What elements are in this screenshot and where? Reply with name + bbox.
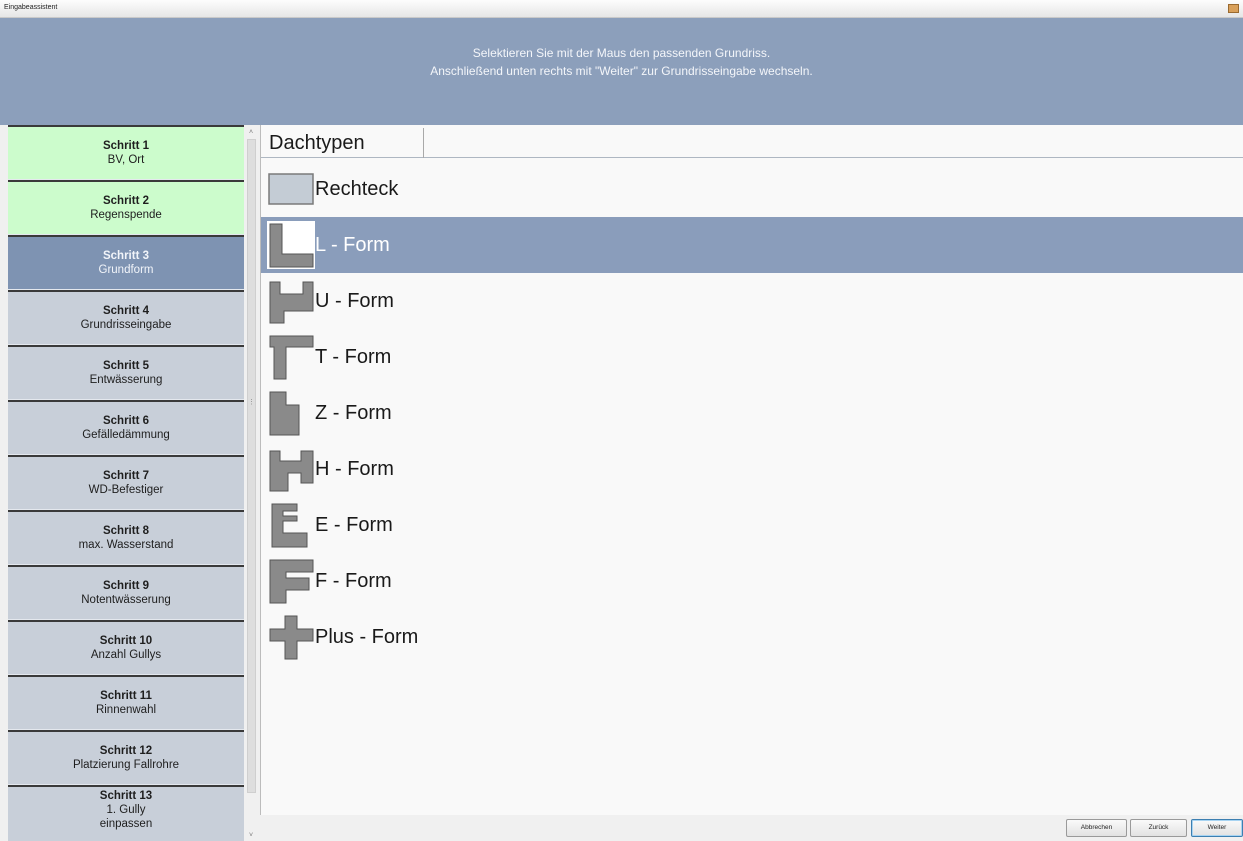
shape-row-u-form[interactable]: U - Form — [261, 273, 1243, 329]
shape-row-t-form[interactable]: T - Form — [261, 329, 1243, 385]
l-shape-icon — [267, 221, 315, 269]
shape-row-h-form[interactable]: H - Form — [261, 441, 1243, 497]
step-label: Entwässerung — [89, 374, 163, 386]
shape-label: T - Form — [315, 345, 392, 368]
shape-label: Z - Form — [315, 401, 392, 424]
z-shape-icon — [269, 391, 300, 436]
step-item-12[interactable]: Schritt 12 Platzierung Fallrohre — [8, 730, 244, 785]
step-number: Schritt 4 — [102, 305, 149, 317]
shape-row-rechteck[interactable]: Rechteck — [261, 161, 1243, 217]
step-list: Schritt 1 BV, Ort Schritt 2 Regenspende … — [8, 125, 244, 841]
step-number: Schritt 5 — [102, 360, 149, 372]
shape-label: Rechteck — [315, 177, 399, 200]
step-item-8[interactable]: Schritt 8 max. Wasserstand — [8, 510, 244, 565]
step-label: max. Wasserstand — [78, 539, 174, 551]
step-label: Platzierung Fallrohre — [72, 759, 180, 771]
shape-row-z-form[interactable]: Z - Form — [261, 385, 1243, 441]
shape-row-plus-form[interactable]: Plus - Form — [261, 609, 1243, 665]
shape-row-l-form[interactable]: L - Form — [261, 217, 1243, 273]
step-item-13[interactable]: Schritt 13 1. Gully einpassen — [8, 785, 244, 841]
step-item-7[interactable]: Schritt 7 WD-Befestiger — [8, 455, 244, 510]
step-label-line-2: einpassen — [99, 818, 153, 830]
step-label: Gefälledämmung — [82, 429, 170, 441]
h-shape-icon — [269, 450, 314, 492]
u-shape-icon — [269, 281, 314, 324]
f-shape-icon — [269, 559, 314, 604]
back-button[interactable]: Zurück — [1130, 819, 1187, 837]
step-item-4[interactable]: Schritt 4 Grundrisseingabe — [8, 290, 244, 345]
step-item-6[interactable]: Schritt 6 Gefälledämmung — [8, 400, 244, 455]
step-label: Regenspende — [90, 209, 162, 221]
tab-dachtypen[interactable]: Dachtypen — [261, 128, 424, 158]
step-number: Schritt 10 — [99, 635, 153, 647]
step-number: Schritt 3 — [102, 250, 149, 262]
shape-row-e-form[interactable]: E - Form — [261, 497, 1243, 553]
step-number: Schritt 13 — [99, 790, 153, 802]
step-item-10[interactable]: Schritt 10 Anzahl Gullys — [8, 620, 244, 675]
step-number: Schritt 2 — [102, 195, 149, 207]
shape-label: E - Form — [315, 513, 393, 536]
step-item-9[interactable]: Schritt 9 Notentwässerung — [8, 565, 244, 620]
step-label: 1. Gully — [106, 804, 146, 816]
roof-type-panel: Dachtypen Rechteck L - Form U - Form T -… — [260, 125, 1243, 815]
step-label: BV, Ort — [107, 154, 145, 166]
step-number: Schritt 8 — [102, 525, 149, 537]
title-bar: Eingabeassistent — [0, 0, 1243, 18]
step-label: Anzahl Gullys — [90, 649, 162, 661]
scroll-up-icon[interactable]: ˄ — [249, 129, 253, 136]
shape-label: L - Form — [315, 233, 390, 256]
step-label: WD-Befestiger — [88, 484, 164, 496]
scroll-down-icon[interactable]: ˅ — [249, 832, 253, 839]
step-item-11[interactable]: Schritt 11 Rinnenwahl — [8, 675, 244, 730]
shape-row-f-form[interactable]: F - Form — [261, 553, 1243, 609]
step-number: Schritt 11 — [100, 690, 152, 702]
e-shape-icon — [271, 503, 308, 548]
footer-bar: Abbrechen Zurück Weiter — [260, 815, 1243, 841]
window-title: Eingabeassistent — [4, 4, 58, 11]
step-item-2[interactable]: Schritt 2 Regenspende — [8, 180, 244, 235]
step-number: Schritt 1 — [102, 140, 149, 152]
step-label: Notentwässerung — [81, 594, 171, 606]
instruction-line-1: Selektieren Sie mit der Maus den passend… — [472, 46, 771, 60]
step-number: Schritt 9 — [102, 580, 149, 592]
step-number: Schritt 7 — [102, 470, 149, 482]
shape-label: Plus - Form — [315, 625, 419, 648]
tab-bar: Dachtypen — [261, 125, 1243, 158]
step-item-3[interactable]: Schritt 3 Grundform — [8, 235, 244, 290]
step-number: Schritt 6 — [102, 415, 149, 427]
shape-label: H - Form — [315, 457, 394, 480]
t-shape-icon — [269, 335, 314, 380]
instruction-header: Selektieren Sie mit der Maus den passend… — [0, 18, 1243, 125]
cancel-button[interactable]: Abbrechen — [1066, 819, 1127, 837]
step-list-scrollbar[interactable]: ˄ ⋮ ˅ — [244, 125, 260, 841]
window-menu-icon[interactable] — [1228, 4, 1239, 13]
step-label: Rinnenwahl — [95, 704, 157, 716]
shape-label: F - Form — [315, 569, 392, 592]
step-item-5[interactable]: Schritt 5 Entwässerung — [8, 345, 244, 400]
step-label: Grundrisseingabe — [80, 319, 172, 331]
step-label: Grundform — [98, 264, 154, 276]
instruction-line-2: Anschließend unten rechts mit "Weiter" z… — [430, 64, 813, 78]
plus-shape-icon — [269, 615, 314, 660]
step-item-1[interactable]: Schritt 1 BV, Ort — [8, 125, 244, 180]
scrollbar-thumb[interactable] — [247, 139, 256, 793]
rectangle-shape-icon — [268, 173, 314, 205]
step-number: Schritt 12 — [99, 745, 153, 757]
splitter-grip-icon[interactable]: ⋮ — [248, 398, 255, 406]
shape-label: U - Form — [315, 289, 394, 312]
next-button[interactable]: Weiter — [1191, 819, 1243, 837]
